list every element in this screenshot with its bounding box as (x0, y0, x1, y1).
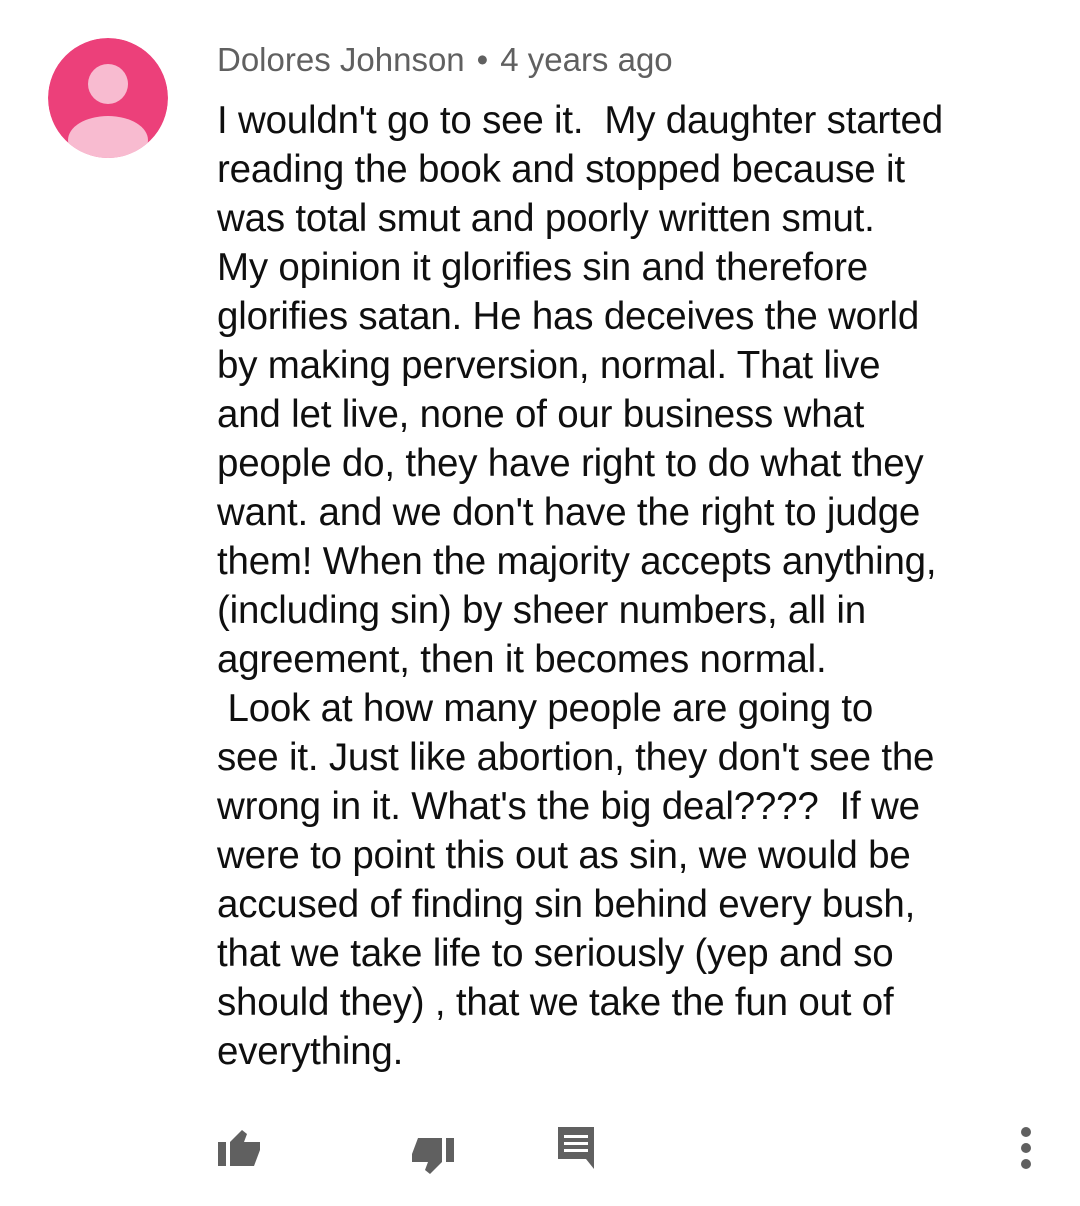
comment-text-line: were to point this out as sin, we would … (217, 834, 911, 877)
comment-text: I wouldn't go to see it. My daughter sta… (217, 96, 1047, 1076)
default-avatar-icon (48, 38, 168, 158)
comment-card: Dolores Johnson • 4 years ago I wouldn't g… (0, 0, 1080, 1206)
comment-text-line: that we take life to seriously (yep and … (217, 932, 894, 975)
comment-text-line: accused of finding sin behind every bush… (217, 883, 916, 926)
dislike-button[interactable] (402, 1126, 462, 1186)
comment-text-line: agreement, then it becomes normal. (217, 638, 827, 681)
comment-icon (558, 1127, 594, 1169)
comment-text-line: was total smut and poorly written smut. (217, 197, 875, 240)
avatar[interactable] (48, 38, 168, 158)
comment-actions (0, 1118, 1080, 1182)
comment-text-line: glorifies satan. He has deceives the wor… (217, 295, 920, 338)
comment-text-line: see it. Just like abortion, they don't s… (217, 736, 935, 779)
comment-text-line: reading the book and stopped because it (217, 148, 905, 191)
more-vertical-icon (1021, 1127, 1031, 1169)
comment-text-line: (including sin) by sheer numbers, all in (217, 589, 866, 632)
reply-button[interactable] (546, 1118, 606, 1178)
comment-text-line: want. and we don't have the right to jud… (217, 491, 921, 534)
comment-text-line: people do, they have right to do what th… (217, 442, 924, 485)
comment-header: Dolores Johnson • 4 years ago (217, 38, 673, 82)
comment-text-line: wrong in it. What's the big deal???? If … (217, 785, 920, 828)
more-options-button[interactable] (996, 1118, 1056, 1178)
comment-timestamp[interactable]: 4 years ago (500, 41, 672, 78)
comment-text-line: My opinion it glorifies sin and therefor… (217, 246, 868, 289)
comment-text-line: and let live, none of our business what (217, 393, 865, 436)
comment-text-line: by making perversion, normal. That live (217, 344, 881, 387)
author-name[interactable]: Dolores Johnson (217, 41, 465, 78)
thumbs-down-icon (412, 1138, 454, 1174)
comment-text-line: Look at how many people are going to (217, 687, 874, 730)
comment-text-line: should they) , that we take the fun out … (217, 981, 894, 1024)
comment-text-line: everything. (217, 1030, 404, 1073)
comment-text-line: I wouldn't go to see it. My daughter sta… (217, 99, 943, 142)
comment-text-line: them! When the majority accepts anything… (217, 540, 937, 583)
thumbs-up-icon (218, 1130, 260, 1166)
like-button[interactable] (210, 1118, 270, 1178)
meta-separator: • (476, 41, 489, 78)
